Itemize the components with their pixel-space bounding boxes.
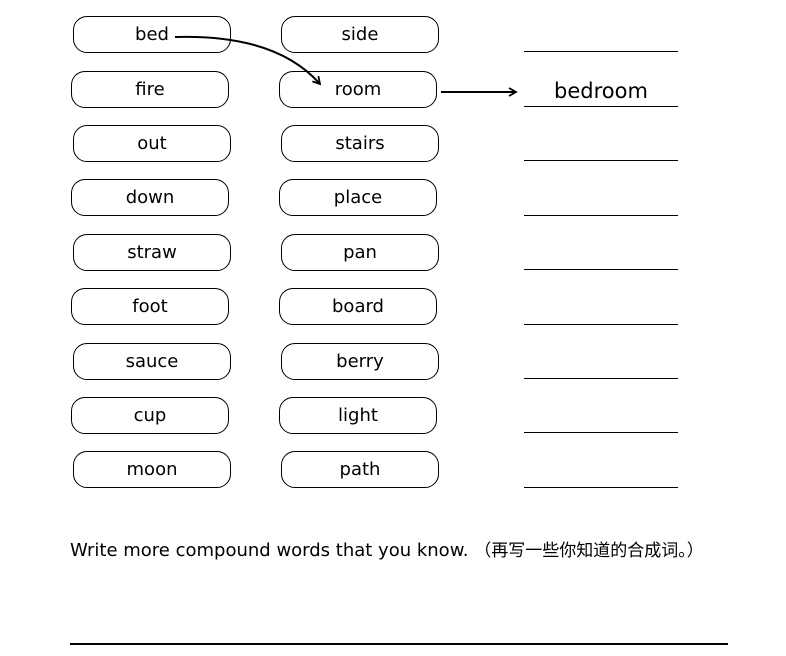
write-more-answer-line[interactable] <box>70 643 728 645</box>
instruction-english: Write more compound words that you know. <box>70 540 469 561</box>
curved-arrow-bed-to-room <box>174 35 322 86</box>
instruction-chinese: （再写一些你知道的合成词。） <box>474 541 704 561</box>
instruction-text: Write more compound words that you know.… <box>70 536 704 561</box>
